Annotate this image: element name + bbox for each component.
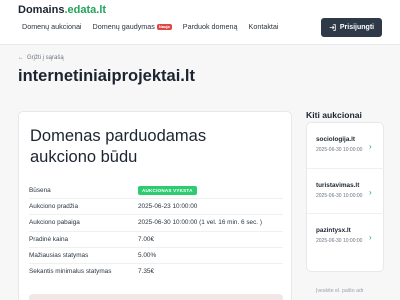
nav-item-label: Domenų gaudymas (92, 22, 155, 31)
back-link-label: Grįžti į sąrašą (27, 55, 64, 61)
logo-accent: .edata.lt (64, 4, 107, 16)
nav-item-sell-domain[interactable]: Parduok domeną (183, 22, 238, 31)
row-value: 7.00€ (138, 235, 154, 243)
table-row: Būsena AUKCIONAS VYKSTA (29, 183, 283, 200)
auction-end-date: 2025-06-30 10:00:00 (316, 147, 363, 153)
row-label: Pradinė kaina (29, 235, 69, 243)
table-row: Mažiausias statymas 5.00% (29, 248, 283, 264)
login-button-label: Prisijungti (339, 24, 375, 31)
page-title: internetiniaiprojektai.lt (18, 67, 195, 85)
list-item[interactable]: pazintysx.lt 2025-06-30 10:00:00 › (307, 213, 385, 258)
back-to-list-link[interactable]: ← Grįžti į sąrašą (18, 55, 64, 61)
bid-section (29, 294, 283, 300)
table-row: Aukciono pabaiga 2025-06-30 10:00:00 (1 … (29, 215, 283, 232)
table-row: Pradinė kaina 7.00€ (29, 232, 283, 248)
auction-info-table: Būsena AUKCIONAS VYKSTA Aukciono pradžia… (29, 183, 283, 280)
main-nav: Domenų aukcionai Domenų gaudymas Nauja Pa… (22, 22, 279, 31)
other-auctions-list: sociologija.lt 2025-06-30 10:00:00 › tur… (306, 122, 385, 272)
logo-main: Domains (18, 4, 65, 16)
auction-domain-name: sociologija.lt (316, 136, 356, 143)
table-row: Sekantis minimalus statymas 7.35€ (29, 264, 283, 280)
nav-item-contacts[interactable]: Kontaktai (249, 22, 279, 31)
auction-end-date: 2025-06-30 10:00:00 (316, 238, 363, 244)
row-value: 7.35€ (138, 267, 154, 275)
table-row: Aukciono pradžia 2025-06-23 10:00:00 (29, 199, 283, 216)
site-logo[interactable]: Domains.edata.lt (18, 4, 106, 16)
row-label: Sekantis minimalus statymas (29, 267, 112, 275)
login-button[interactable]: Prisijungti (321, 18, 382, 37)
new-badge: Nauja (156, 23, 172, 30)
auction-end-date: 2025-06-30 10:00:00 (316, 193, 363, 199)
row-value: 5.00% (138, 251, 157, 259)
login-icon (329, 24, 336, 31)
auction-domain-name: pazintysx.lt (316, 227, 351, 234)
list-item[interactable]: turistavimas.lt 2025-06-30 10:00:00 › (307, 168, 385, 213)
row-label: Aukciono pabaiga (29, 219, 80, 227)
list-item[interactable]: sociologija.lt 2025-06-30 10:00:00 › (307, 123, 385, 168)
auction-info-card: Domenas parduodamas aukciono būdu Būsena… (18, 111, 292, 300)
row-label: Mažiausias statymas (29, 251, 89, 259)
row-value: 2025-06-23 10:00:00 (138, 203, 198, 211)
other-auctions-title: Kiti aukcionai (306, 110, 362, 120)
arrow-left-icon: ← (18, 55, 24, 61)
site-header: Domains.edata.lt Domenų aukcionai Domenų… (0, 0, 400, 45)
chevron-right-icon: › (369, 142, 372, 151)
newsletter-hint: Įveskite el. pašto adr (316, 288, 364, 294)
chevron-right-icon: › (369, 188, 372, 197)
status-badge: AUKCIONAS VYKSTA (138, 186, 197, 195)
card-title: Domenas parduodamas aukciono būdu (30, 127, 207, 166)
nav-item-domain-catching[interactable]: Domenų gaudymas Nauja (93, 22, 172, 31)
chevron-right-icon: › (369, 233, 372, 242)
row-label: Būsena (29, 187, 51, 194)
auction-domain-name: turistavimas.lt (316, 182, 360, 189)
row-value: 2025-06-30 10:00:00 (1 vel. 16 min. 6 se… (138, 219, 262, 227)
nav-item-auctions[interactable]: Domenų aukcionai (22, 22, 82, 31)
row-label: Aukciono pradžia (29, 203, 79, 211)
